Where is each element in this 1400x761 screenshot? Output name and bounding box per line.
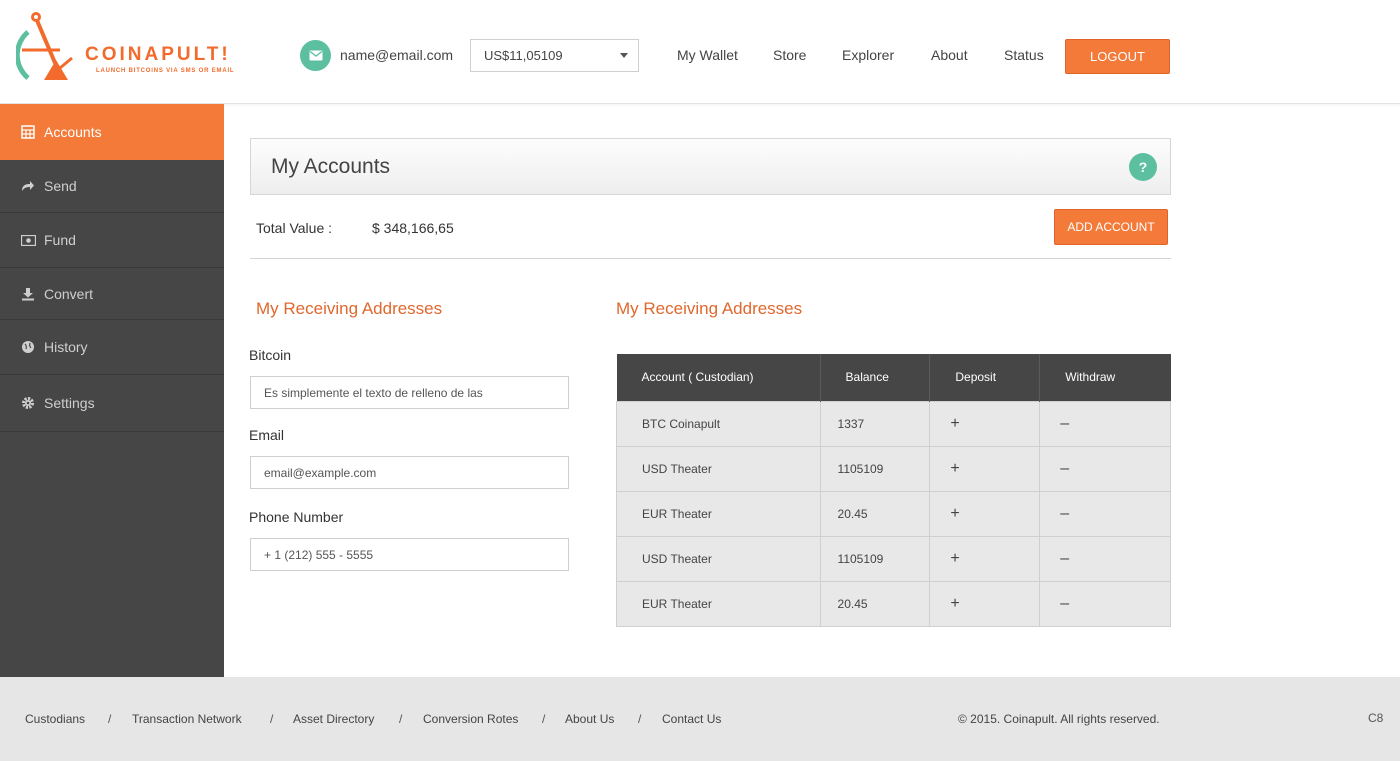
envelope-icon [309,50,322,61]
phone-label: Phone Number [249,509,344,525]
footer-separator: / [270,712,274,726]
sidebar-item-send[interactable]: Send [0,160,224,213]
table-row: BTC Coinapult 1337 + – [616,400,1171,447]
account-name: EUR Theater [616,580,821,627]
account-name: USD Theater [616,535,821,582]
footer-link-about-us[interactable]: About Us [565,712,614,726]
table-row: EUR Theater 20.45 + – [616,580,1171,627]
brand-name: COINAPULT! [85,44,231,65]
deposit-button[interactable]: + [929,490,1041,537]
total-value-amount: $ 348,166,65 [372,220,454,236]
calculator-icon [20,124,36,140]
deposit-button[interactable]: + [929,400,1041,447]
account-balance: 20.45 [819,490,931,537]
add-account-button[interactable]: ADD ACCOUNT [1054,209,1168,245]
accounts-panel-header: My Accounts ? [250,138,1171,195]
email-field[interactable] [250,456,569,489]
page-title: My Accounts [271,155,391,178]
footer-separator: / [638,712,642,726]
deposit-button[interactable]: + [929,445,1041,492]
user-email: name@email.com [340,47,454,63]
footer-separator: / [399,712,403,726]
email-label: Email [249,427,285,443]
currency-select[interactable]: US$11,05109 [470,39,639,72]
gear-icon [20,395,36,411]
globe-icon [20,339,36,355]
deposit-button[interactable]: + [929,535,1041,582]
account-name: BTC Coinapult [616,400,821,447]
nav-store[interactable]: Store [773,47,806,63]
sidebar: Accounts Send Fund Convert History Setti… [0,104,224,677]
column-header-withdraw: Withdraw [1039,354,1171,401]
sidebar-item-history[interactable]: History [0,320,224,375]
column-header-balance: Balance [820,354,931,401]
table-row: USD Theater 1105109 + – [616,535,1171,582]
caret-down-icon [620,53,628,58]
footer-link-asset-directory[interactable]: Asset Directory [293,712,374,726]
footer-separator: / [542,712,546,726]
column-header-account: Account ( Custodian) [616,354,821,401]
bitcoin-address-input[interactable] [250,376,569,409]
nav-status[interactable]: Status [1004,47,1044,63]
sidebar-item-label: History [44,339,88,355]
top-header: COINAPULT! LAUNCH BITCOINS VIA SMS OR EM… [0,0,1400,104]
table-header-row: Account ( Custodian) Balance Deposit Wit… [616,354,1171,401]
footer: Custodians / Transaction Network / Asset… [0,677,1400,761]
withdraw-button[interactable]: – [1039,490,1171,537]
sidebar-item-settings[interactable]: Settings [0,375,224,432]
email-badge [300,40,331,71]
banknote-icon [20,232,36,248]
coinapult-logo[interactable]: COINAPULT! LAUNCH BITCOINS VIA SMS OR EM… [14,10,246,90]
sidebar-item-label: Settings [44,395,95,411]
table-row: USD Theater 1105109 + – [616,445,1171,492]
logout-button[interactable]: LOGOUT [1065,39,1170,74]
brand-tagline: LAUNCH BITCOINS VIA SMS OR EMAIL [96,68,235,74]
sidebar-item-convert[interactable]: Convert [0,268,224,320]
table-row: EUR Theater 20.45 + – [616,490,1171,537]
bitcoin-label: Bitcoin [249,347,292,363]
footer-link-transaction-network[interactable]: Transaction Network [132,712,242,726]
withdraw-button[interactable]: – [1039,580,1171,627]
total-value-label: Total Value : [256,220,333,236]
receiving-addresses-title: My Receiving Addresses [256,299,443,318]
footer-separator: / [108,712,112,726]
nav-my-wallet[interactable]: My Wallet [677,47,738,63]
column-header-deposit: Deposit [929,354,1041,401]
sidebar-item-label: Convert [44,285,94,302]
sidebar-item-accounts[interactable]: Accounts [0,104,224,160]
copyright-text: © 2015. Coinapult. All rights reserved. [958,712,1160,726]
phone-number-input[interactable] [250,538,569,571]
account-balance: 1337 [819,400,931,447]
sidebar-item-label: Accounts [44,124,102,140]
sidebar-item-label: Fund [44,232,76,248]
withdraw-button[interactable]: – [1039,445,1171,492]
footer-link-conversion-rotes[interactable]: Conversion Rotes [423,712,518,726]
accounts-table-title: My Receiving Addresses [616,299,803,318]
account-balance: 1105109 [819,535,931,582]
deposit-button[interactable]: + [929,580,1041,627]
account-name: USD Theater [616,445,821,492]
download-icon [20,286,36,302]
nav-explorer[interactable]: Explorer [842,47,894,63]
footer-link-custodians[interactable]: Custodians [25,712,85,726]
help-button[interactable]: ? [1129,153,1157,181]
accounts-table: Account ( Custodian) Balance Deposit Wit… [616,354,1171,627]
share-arrow-icon [20,178,36,194]
sidebar-item-label: Send [44,178,77,194]
nav-about[interactable]: About [931,47,968,63]
sidebar-item-fund[interactable]: Fund [0,213,224,268]
divider [250,258,1171,259]
footer-corner-label: C8 [1368,711,1384,725]
footer-link-contact-us[interactable]: Contact Us [662,712,721,726]
account-balance: 1105109 [819,445,931,492]
account-balance: 20.45 [819,580,931,627]
currency-select-value: US$11,05109 [484,48,563,63]
account-name: EUR Theater [616,490,821,537]
catapult-logo-icon [14,12,73,80]
withdraw-button[interactable]: – [1039,400,1171,447]
withdraw-button[interactable]: – [1039,535,1171,582]
